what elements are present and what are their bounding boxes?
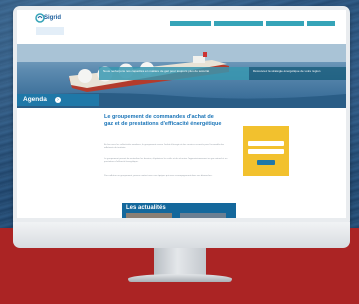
news-title: Les actualités xyxy=(126,205,166,211)
nav-item-1[interactable] xyxy=(170,21,211,26)
main-nav xyxy=(170,21,335,26)
article-paragraph: Pour adhérer au groupement, prenez conta… xyxy=(104,175,213,177)
form-input-2[interactable] xyxy=(248,149,284,154)
article-paragraph: Le groupement permet de mutualiser les b… xyxy=(104,158,228,164)
agenda-bar[interactable]: Agenda › xyxy=(17,94,99,106)
contact-form-card xyxy=(243,126,289,176)
news-section: Les actualités xyxy=(122,203,236,218)
monitor-stand-neck xyxy=(154,248,206,276)
agenda-label: Agenda xyxy=(23,96,47,103)
article-title: Le groupement de commandes d'achat de ga… xyxy=(104,114,222,127)
form-input-1[interactable] xyxy=(248,141,284,146)
monitor-screen: Sigrid Nous renforçons nos capacités en … xyxy=(17,10,346,218)
news-thumbnail[interactable] xyxy=(126,213,172,218)
logo-name: Sigrid xyxy=(44,15,62,21)
news-thumbnail[interactable] xyxy=(180,213,226,218)
article-paragraph: En lien avec les collectivités membres, … xyxy=(104,144,225,150)
site-logo[interactable]: Sigrid xyxy=(35,13,67,41)
nav-item-3[interactable] xyxy=(266,21,304,26)
chevron-right-icon[interactable]: › xyxy=(55,97,61,103)
form-submit-button[interactable] xyxy=(257,160,275,165)
nav-item-4[interactable] xyxy=(307,21,335,26)
hero-caption[interactable]: Nous renforçons nos capacités en matière… xyxy=(99,67,249,80)
hero-side-caption[interactable]: Découvrez la stratégie énergétique de vo… xyxy=(249,67,346,80)
nav-item-2[interactable] xyxy=(214,21,263,26)
monitor-chin xyxy=(13,222,350,248)
site-header: Sigrid xyxy=(17,10,346,44)
logo-tagline xyxy=(36,27,64,35)
monitor-stand-base xyxy=(128,274,232,282)
